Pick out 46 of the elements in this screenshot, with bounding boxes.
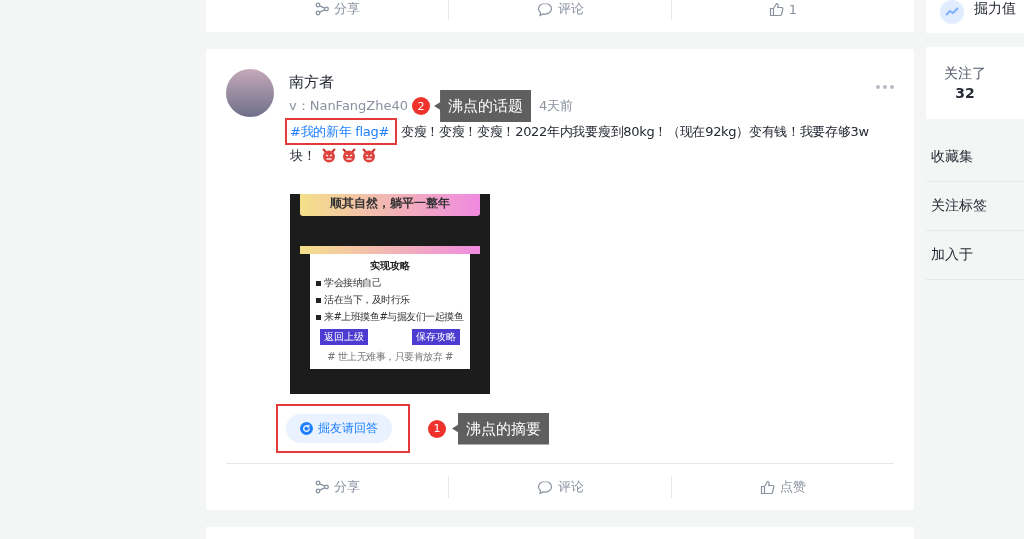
devil-emoji-icon	[361, 147, 378, 163]
comment-action[interactable]: 评论	[449, 478, 671, 496]
image-banner: 顺其自然，躺平一整年	[300, 194, 480, 216]
comment-icon	[536, 1, 553, 17]
topic-link[interactable]: #我的新年 flag#	[285, 118, 398, 145]
stat-label: 掘力值	[974, 0, 1016, 18]
comment-icon	[536, 479, 553, 495]
like-action[interactable]: 1	[672, 1, 894, 17]
annotation-label: 沸点的摘要	[452, 412, 549, 445]
answer-button[interactable]: 掘友请回答	[286, 414, 392, 443]
like-action[interactable]: 点赞	[672, 478, 894, 496]
image-button: 保存攻略	[412, 329, 460, 345]
bullet-icon	[316, 314, 321, 320]
post-image[interactable]: 顺其自然，躺平一整年 实现攻略 学会接纳自己 活在当下，及时行乐 来#上班摸鱼#与掘友们一起摸鱼 返回上级 保存攻略 # 世上无难事，只要肯放弃 #	[290, 194, 490, 394]
image-button: 返回上级	[320, 329, 368, 345]
comment-action[interactable]: 评论	[449, 0, 671, 18]
image-title: 实现攻略	[369, 259, 411, 273]
image-list-item: 活在当下，及时行乐	[324, 293, 410, 307]
author-name[interactable]: 南方者	[289, 73, 861, 92]
share-icon	[314, 480, 329, 494]
following-label: 关注了	[944, 65, 986, 83]
author-meta: v：NanFangZhe40	[289, 97, 409, 115]
following-count: 32	[955, 85, 975, 101]
following-panel[interactable]: 关注了 32	[926, 47, 1024, 119]
trend-icon	[940, 0, 964, 24]
share-action[interactable]: 分享	[226, 0, 448, 18]
sidebar-link[interactable]: 加入于	[926, 231, 1024, 280]
devil-emoji-icon	[341, 147, 358, 163]
sidebar-link[interactable]: 关注标签	[926, 182, 1024, 231]
avatar[interactable]	[226, 69, 274, 117]
bullet-icon	[316, 280, 321, 286]
thumbs-up-icon	[760, 479, 775, 495]
step-badge: 2	[412, 97, 431, 115]
bullet-icon	[316, 297, 321, 303]
post-time: 4天前	[539, 97, 574, 115]
share-action[interactable]: 分享	[226, 478, 448, 496]
sidebar-link[interactable]: 收藏集	[926, 133, 1024, 182]
step-badge: 1	[428, 419, 446, 438]
image-list-item: 学会接纳自己	[324, 276, 381, 290]
devil-emoji-icon	[321, 147, 338, 163]
refresh-icon	[300, 422, 313, 435]
annotation-label: 沸点的话题	[434, 90, 532, 122]
share-icon	[314, 2, 329, 16]
image-list-item: 来#上班摸鱼#与掘友们一起摸鱼	[324, 310, 464, 324]
thumbs-up-icon	[768, 1, 784, 17]
image-footer: # 世上无难事，只要肯放弃 #	[316, 350, 464, 364]
